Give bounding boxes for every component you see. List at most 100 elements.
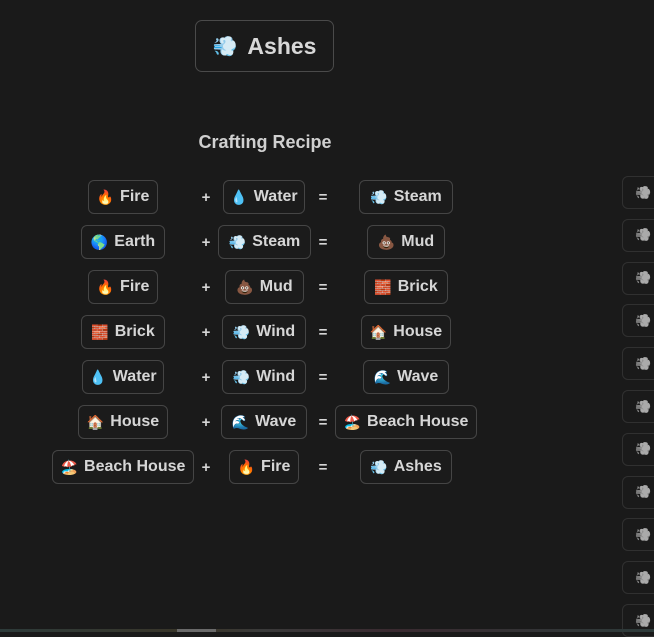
result-chip[interactable]: 💨 Steam — [359, 180, 453, 214]
sidebar-element-chip[interactable]: 💨 — [622, 304, 654, 338]
steam-icon: 💨 — [370, 188, 388, 205]
element-label: Wind — [256, 368, 296, 385]
dashing-away-icon: 💨 — [635, 612, 652, 628]
result-chip[interactable]: 🏖️ Beach House — [335, 405, 477, 439]
ingredient-a-chip[interactable]: 🏠 House — [78, 405, 168, 439]
ingredient-b-chip[interactable]: 🔥 Fire — [229, 450, 299, 484]
sidebar-element-chip[interactable]: 💨 — [622, 176, 654, 209]
element-label: Mud — [401, 233, 435, 250]
plus-operator: + — [201, 189, 211, 206]
sidebar-element-chip[interactable]: 💨 — [622, 218, 654, 252]
equals-operator: = — [318, 369, 328, 386]
result-chip[interactable]: 💨 Ashes — [360, 450, 452, 484]
brick-icon: 🧱 — [91, 323, 109, 340]
plus-operator: + — [201, 324, 211, 341]
ingredient-b-chip[interactable]: 💧 Water — [223, 180, 305, 214]
steam-icon: 💨 — [228, 233, 247, 250]
dashing-away-icon: 💨 — [635, 312, 652, 328]
dashing-away-icon: 💨 — [635, 355, 652, 371]
ingredient-b-chip[interactable]: 🌊 Wave — [221, 405, 307, 439]
ingredient-b-chip[interactable]: 💩 Mud — [225, 270, 304, 304]
wind-icon: 💨 — [232, 323, 251, 340]
dashing-away-icon: 💨 — [635, 526, 652, 542]
element-label: Fire — [261, 458, 291, 475]
element-label: Mud — [259, 278, 293, 295]
ingredient-a-chip[interactable]: 🔥 Fire — [88, 270, 158, 304]
result-chip[interactable]: 🏠 House — [361, 315, 451, 349]
element-label: Steam — [393, 188, 442, 205]
ingredient-a-chip[interactable]: 💧 Water — [82, 360, 164, 394]
result-chip[interactable]: 💩 Mud — [367, 225, 445, 259]
target-element-chip[interactable]: 💨 Ashes — [195, 20, 334, 72]
dashing-away-icon: 💨 — [635, 227, 652, 243]
element-label: Brick — [397, 278, 438, 295]
wind-icon: 💨 — [232, 368, 251, 385]
result-chip[interactable]: 🧱 Brick — [364, 270, 448, 304]
dashing-away-icon: 💨 — [212, 35, 238, 58]
equals-operator: = — [318, 414, 328, 431]
fire-icon: 🔥 — [96, 278, 115, 295]
equals-operator: = — [318, 234, 328, 251]
plus-operator: + — [201, 369, 211, 386]
sidebar-element-chip[interactable]: 💨 — [622, 604, 654, 637]
ingredient-b-chip[interactable]: 💨 Steam — [218, 225, 311, 259]
plus-operator: + — [201, 459, 211, 476]
sidebar-element-chip[interactable]: 💨 — [622, 561, 654, 595]
house-icon: 🏠 — [86, 413, 105, 430]
beach-house-icon: 🏖️ — [343, 413, 362, 430]
sidebar-element-chip[interactable]: 💨 — [622, 347, 654, 381]
dashing-away-icon: 💨 — [635, 441, 652, 457]
fire-icon: 🔥 — [237, 458, 256, 475]
sidebar-element-chip[interactable]: 💨 — [622, 390, 654, 423]
element-label: Fire — [120, 188, 150, 205]
plus-operator: + — [201, 414, 211, 431]
equals-operator: = — [318, 189, 328, 206]
water-icon: 💧 — [89, 368, 107, 385]
ingredient-a-chip[interactable]: 🧱 Brick — [81, 315, 165, 349]
dashing-away-icon: 💨 — [635, 184, 652, 200]
ashes-icon: 💨 — [370, 458, 388, 475]
element-label: Beach House — [84, 458, 186, 475]
ingredient-b-chip[interactable]: 💨 Wind — [222, 315, 306, 349]
element-label: Earth — [114, 233, 156, 250]
element-label: Wave — [397, 368, 439, 385]
dashing-away-icon: 💨 — [635, 398, 652, 414]
ingredient-a-chip[interactable]: 🔥 Fire — [88, 180, 158, 214]
ingredient-a-chip[interactable]: 🌎 Earth — [81, 225, 165, 259]
element-label: Water — [112, 368, 157, 385]
element-label: Fire — [120, 278, 150, 295]
element-label: Wind — [256, 323, 296, 340]
mud-icon: 💩 — [236, 278, 254, 295]
plus-operator: + — [201, 234, 211, 251]
equals-operator: = — [318, 279, 328, 296]
sidebar-element-chip[interactable]: 💨 — [622, 518, 654, 552]
mud-icon: 💩 — [377, 233, 396, 250]
brick-icon: 🧱 — [374, 278, 392, 295]
target-element-label: Ashes — [247, 32, 317, 59]
plus-operator: + — [201, 279, 211, 296]
water-icon: 💧 — [230, 188, 248, 205]
beach-house-icon: 🏖️ — [60, 458, 79, 475]
dashing-away-icon: 💨 — [635, 569, 652, 585]
element-label: House — [110, 413, 160, 430]
house-icon: 🏠 — [369, 323, 388, 340]
wave-icon: 🌊 — [373, 368, 392, 385]
equals-operator: = — [318, 324, 328, 341]
ingredient-a-chip[interactable]: 🏖️ Beach House — [52, 450, 194, 484]
element-label: Water — [253, 188, 298, 205]
result-chip[interactable]: 🌊 Wave — [363, 360, 449, 394]
crafting-recipe-heading: Crafting Recipe — [198, 132, 332, 152]
earth-icon: 🌎 — [90, 233, 109, 250]
ingredient-b-chip[interactable]: 💨 Wind — [222, 360, 306, 394]
wave-icon: 🌊 — [231, 413, 250, 430]
equals-operator: = — [318, 459, 328, 476]
element-label: Steam — [252, 233, 301, 250]
element-label: Beach House — [367, 413, 469, 430]
sidebar-element-chip[interactable]: 💨 — [622, 432, 654, 466]
dashing-away-icon: 💨 — [635, 270, 652, 286]
dashing-away-icon: 💨 — [635, 484, 652, 500]
sidebar-element-chip[interactable]: 💨 — [622, 475, 654, 509]
sidebar-element-chip[interactable]: 💨 — [622, 261, 654, 295]
element-label: Wave — [255, 413, 297, 430]
fire-icon: 🔥 — [96, 188, 115, 205]
